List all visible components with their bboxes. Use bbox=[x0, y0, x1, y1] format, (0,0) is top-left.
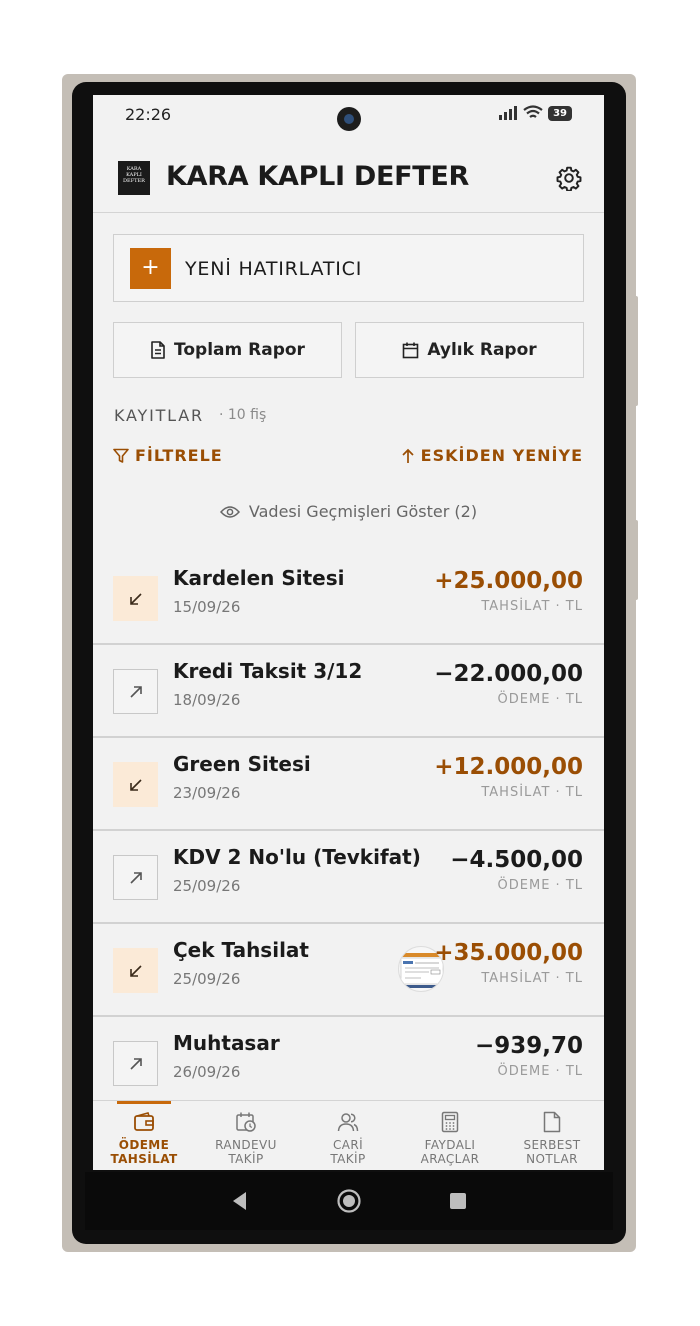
payment-arrow-icon bbox=[113, 1041, 158, 1086]
filter-button[interactable]: FİLTRELE bbox=[113, 446, 223, 465]
entry-amount: −22.000,00 bbox=[434, 661, 583, 687]
nav-tab-tools[interactable]: FAYDALI ARAÇLAR bbox=[399, 1101, 501, 1170]
battery-icon: 39 bbox=[548, 105, 572, 121]
page-title: KARA KAPLI DEFTER bbox=[166, 161, 470, 192]
entry-amount: +35.000,00 bbox=[434, 940, 583, 966]
monthly-report-button[interactable]: Aylık Rapor bbox=[355, 322, 584, 378]
income-arrow-icon bbox=[113, 576, 158, 621]
status-bar: 22:26 39 bbox=[93, 95, 604, 137]
entry-amount: −4.500,00 bbox=[450, 847, 583, 873]
total-report-button[interactable]: Toplam Rapor bbox=[113, 322, 342, 378]
document-icon bbox=[151, 341, 165, 359]
back-icon[interactable] bbox=[230, 1190, 250, 1212]
entry-kind: ÖDEME · TL bbox=[497, 878, 583, 893]
list-item[interactable]: Kardelen Sitesi 15/09/26 +25.000,00 TAHS… bbox=[93, 552, 604, 645]
entry-name: Muhtasar bbox=[173, 1031, 280, 1055]
app-logo: KARA KAPLI DEFTER bbox=[118, 161, 150, 195]
nav-label: CARİ TAKİP bbox=[330, 1138, 366, 1166]
entry-kind: TAHSİLAT · TL bbox=[481, 971, 583, 986]
recents-icon[interactable] bbox=[448, 1191, 468, 1211]
calendar-clock-icon bbox=[236, 1112, 256, 1132]
show-overdue-label: Vadesi Geçmişleri Göster (2) bbox=[248, 502, 478, 521]
payment-arrow-icon bbox=[113, 669, 158, 714]
bottom-navigation: ÖDEMETAHSİLAT RANDEVUTAKİP CARİTAKİP bbox=[93, 1100, 604, 1170]
new-reminder-button[interactable]: + YENİ HATIRLATICI bbox=[113, 234, 584, 302]
show-overdue-button[interactable]: Vadesi Geçmişleri Göster (2) bbox=[93, 502, 604, 521]
list-item[interactable]: Green Sitesi 23/09/26 +12.000,00 TAHSİLA… bbox=[93, 738, 604, 831]
nav-tab-payment-collection[interactable]: ÖDEME TAHSİLAT bbox=[93, 1101, 195, 1170]
entry-name: Çek Tahsilat bbox=[173, 938, 309, 962]
app-screen: 22:26 39 KARA KAPLI DEFTER KARA KAPLI DEFT… bbox=[93, 95, 604, 1170]
home-icon[interactable] bbox=[336, 1188, 362, 1214]
payment-arrow-icon bbox=[113, 855, 158, 900]
phone-side-button bbox=[634, 520, 638, 600]
eye-icon bbox=[219, 505, 240, 518]
calendar-icon bbox=[403, 342, 419, 358]
list-item[interactable]: Muhtasar 26/09/26 −939,70 ÖDEME · TL bbox=[93, 1017, 604, 1110]
plus-icon: + bbox=[130, 248, 171, 289]
entry-date: 23/09/26 bbox=[173, 784, 241, 802]
entry-date: 18/09/26 bbox=[173, 691, 241, 709]
entry-date: 15/09/26 bbox=[173, 598, 241, 616]
nav-label: SERBEST NOTLAR bbox=[523, 1138, 581, 1166]
note-icon bbox=[543, 1111, 561, 1133]
entry-amount: +12.000,00 bbox=[434, 754, 583, 780]
settings-gear-icon[interactable] bbox=[556, 165, 582, 191]
entry-amount: +25.000,00 bbox=[434, 568, 583, 594]
android-navigation-bar bbox=[85, 1172, 613, 1230]
entry-amount: −939,70 bbox=[474, 1033, 583, 1059]
calculator-icon bbox=[441, 1111, 459, 1133]
records-title: KAYITLAR bbox=[114, 406, 204, 425]
entry-kind: ÖDEME · TL bbox=[497, 692, 583, 707]
wifi-icon bbox=[523, 105, 543, 118]
nav-label: ÖDEME TAHSİLAT bbox=[110, 1138, 178, 1166]
list-item[interactable]: KDV 2 No'lu (Tevkifat) 25/09/26 −4.500,0… bbox=[93, 831, 604, 924]
sort-button[interactable]: ESKİDEN YENİYE bbox=[401, 446, 583, 465]
total-report-label: Toplam Rapor bbox=[174, 340, 305, 360]
entry-date: 26/09/26 bbox=[173, 1063, 241, 1081]
new-reminder-label: YENİ HATIRLATICI bbox=[185, 258, 363, 280]
nav-tab-appointments[interactable]: RANDEVU TAKİP bbox=[195, 1101, 297, 1170]
entry-name: Kardelen Sitesi bbox=[173, 566, 345, 590]
arrow-up-icon bbox=[402, 448, 414, 463]
wallet-icon bbox=[134, 1112, 154, 1131]
phone-side-button bbox=[634, 296, 638, 406]
filter-icon bbox=[113, 448, 129, 463]
signal-icon bbox=[499, 106, 518, 120]
front-camera bbox=[337, 107, 361, 131]
app-header: KARA KAPLI DEFTER KARA KAPLI DEFTER bbox=[93, 145, 604, 213]
nav-tab-accounts[interactable]: CARİ TAKİP bbox=[297, 1101, 399, 1170]
entry-kind: TAHSİLAT · TL bbox=[481, 785, 583, 800]
monthly-report-label: Aylık Rapor bbox=[427, 340, 537, 360]
records-count: · 10 fiş bbox=[219, 407, 267, 423]
status-icons: 39 bbox=[498, 105, 572, 121]
status-time: 22:26 bbox=[125, 105, 172, 124]
entry-date: 25/09/26 bbox=[173, 877, 241, 895]
income-arrow-icon bbox=[113, 948, 158, 993]
entry-name: Green Sitesi bbox=[173, 752, 311, 776]
list-item[interactable]: Kredi Taksit 3/12 18/09/26 −22.000,00 ÖD… bbox=[93, 645, 604, 738]
entry-name: Kredi Taksit 3/12 bbox=[173, 659, 363, 683]
nav-tab-notes[interactable]: SERBEST NOTLAR bbox=[501, 1101, 603, 1170]
entry-kind: TAHSİLAT · TL bbox=[481, 599, 583, 614]
income-arrow-icon bbox=[113, 762, 158, 807]
entry-date: 25/09/26 bbox=[173, 970, 241, 988]
users-icon bbox=[337, 1113, 359, 1132]
nav-label: FAYDALI ARAÇLAR bbox=[420, 1138, 480, 1166]
entry-kind: ÖDEME · TL bbox=[497, 1064, 583, 1079]
nav-label: RANDEVU TAKİP bbox=[215, 1138, 277, 1166]
entry-name: KDV 2 No'lu (Tevkifat) bbox=[173, 845, 421, 869]
active-tab-indicator bbox=[117, 1101, 171, 1104]
filter-label: FİLTRELE bbox=[135, 446, 223, 465]
sort-label: ESKİDEN YENİYE bbox=[420, 446, 583, 465]
list-item[interactable]: Çek Tahsilat 25/09/26 +35.000,00 TAHSİLA… bbox=[93, 924, 604, 1017]
